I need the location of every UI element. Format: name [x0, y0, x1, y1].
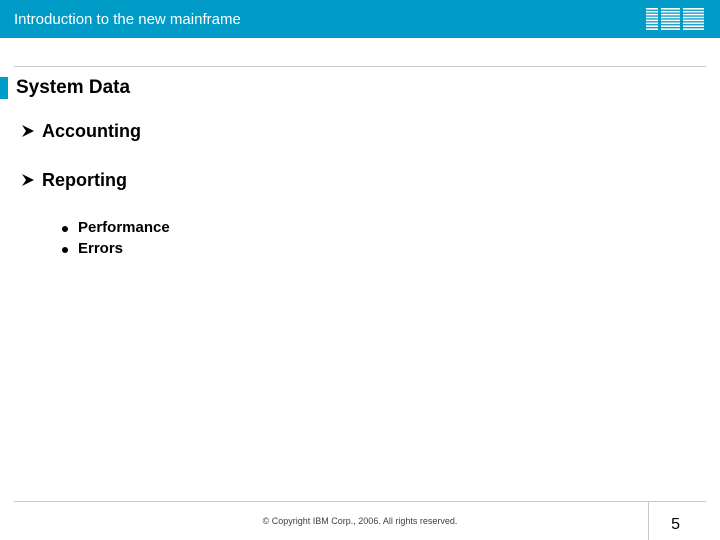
page-number: 5 [671, 516, 680, 540]
bullet-label: Accounting [42, 121, 141, 142]
arrow-bullet-icon [20, 123, 36, 139]
header-bar: Introduction to the new mainframe [0, 0, 720, 38]
sub-bullet-label: Errors [78, 240, 123, 257]
bullet-item: Accounting [20, 121, 720, 142]
slide: Introduction to the new mainframe [0, 0, 720, 540]
page-number-block: 5 [648, 502, 680, 540]
header-title: Introduction to the new mainframe [14, 11, 241, 28]
title-accent-bar [0, 77, 8, 99]
ibm-logo [646, 8, 704, 30]
copyright-text: © Copyright IBM Corp., 2006. All rights … [0, 516, 720, 526]
divider [14, 66, 706, 67]
arrow-bullet-icon [20, 172, 36, 188]
bullet-label: Reporting [42, 170, 127, 191]
content-area: Accounting Reporting Performance Errors [0, 99, 720, 257]
bullet-item: Reporting [20, 170, 720, 191]
dot-bullet-icon [62, 247, 68, 253]
footer-divider [14, 501, 706, 502]
sub-bullet-item: Performance [62, 219, 720, 236]
sub-bullet-label: Performance [78, 219, 170, 236]
title-row: System Data [0, 77, 720, 99]
slide-title: System Data [16, 77, 130, 99]
dot-bullet-icon [62, 226, 68, 232]
sub-bullet-item: Errors [62, 240, 720, 257]
sub-list: Performance Errors [20, 219, 720, 257]
